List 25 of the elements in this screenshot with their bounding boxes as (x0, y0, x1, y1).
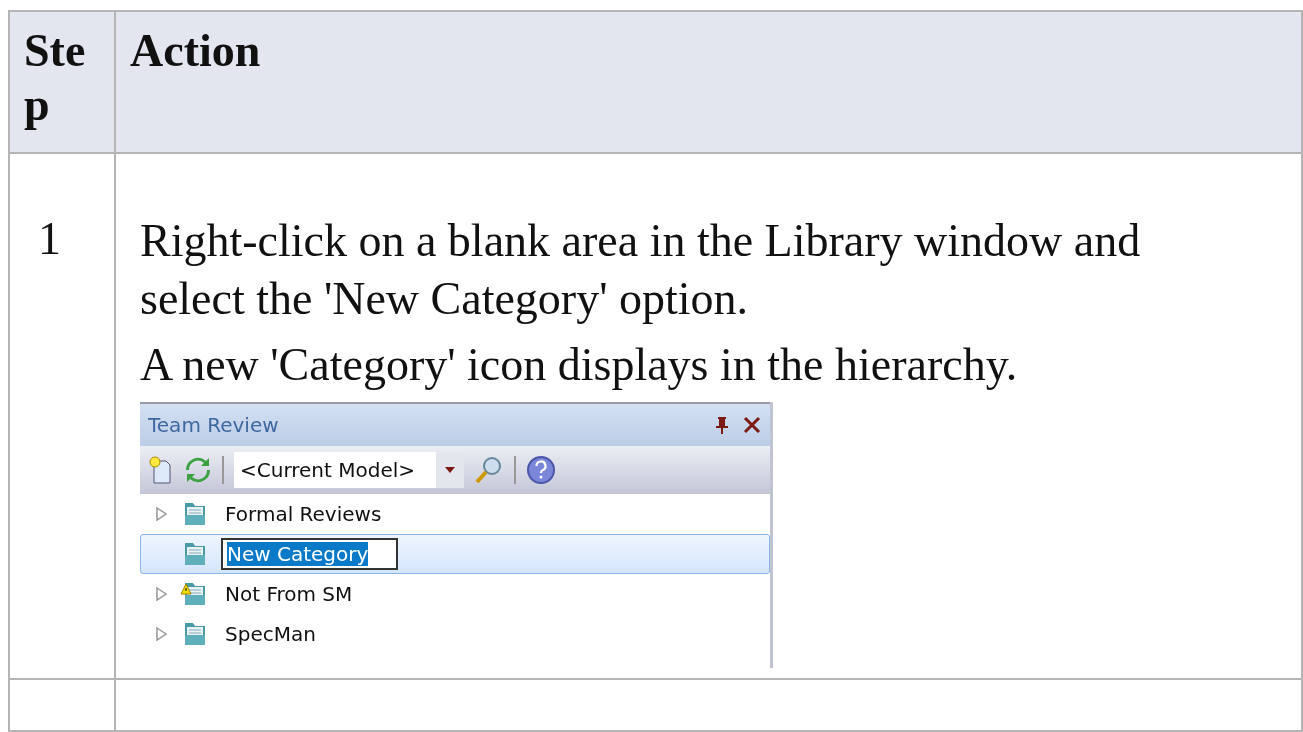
tree-item[interactable]: Not From SM (140, 574, 770, 614)
column-header: Action (129, 24, 261, 78)
tree-item[interactable]: SpecMan (140, 614, 770, 654)
instruction-text: A new 'Category' icon displays in the hierarchy. (140, 338, 1019, 392)
expand-arrow-icon[interactable] (155, 586, 169, 602)
expand-arrow-icon[interactable] (155, 626, 169, 642)
model-dropdown[interactable]: <Current Model> (234, 452, 464, 488)
refresh-icon[interactable] (184, 456, 212, 484)
close-icon[interactable] (742, 415, 762, 435)
column-header: Step (23, 24, 87, 132)
search-icon[interactable] (474, 455, 504, 485)
instruction-text: Right-click on a blank area in the Library window and select the 'New Category' option. (140, 214, 1142, 326)
rename-field[interactable]: New Category (221, 538, 399, 570)
help-icon[interactable] (526, 455, 556, 485)
step-number: 1 (38, 212, 61, 265)
tree-item-label: Not From SM (224, 581, 354, 608)
pin-icon[interactable] (714, 415, 730, 435)
tree-item[interactable]: Formal Reviews (140, 494, 770, 534)
expand-arrow-icon[interactable] (155, 506, 169, 522)
panel-title: Team Review (148, 413, 280, 437)
new-document-icon[interactable] (148, 455, 174, 485)
tree-item-label: Formal Reviews (224, 501, 383, 528)
tree-item[interactable]: New Category (140, 534, 770, 574)
caret-icon (445, 467, 455, 473)
tree-item-label: SpecMan (224, 621, 317, 648)
